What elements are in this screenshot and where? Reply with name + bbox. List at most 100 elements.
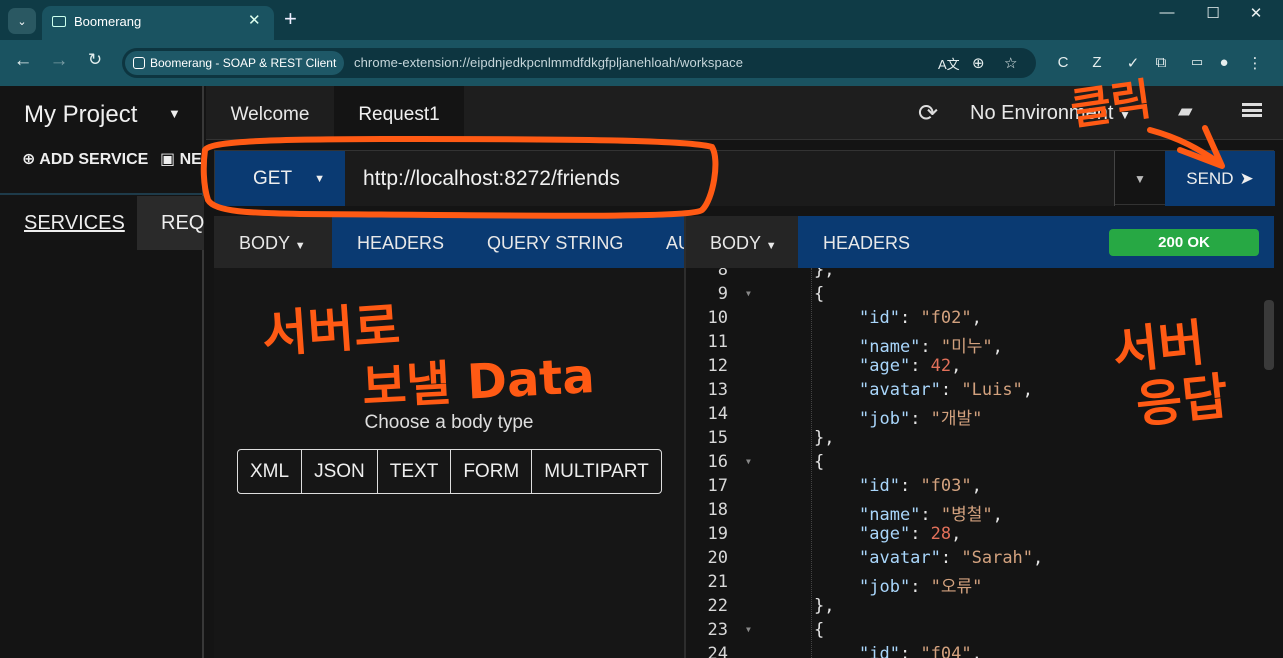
code-line: 14 "job": "개발" [686,404,1283,429]
code-line: 18 "name": "병철", [686,500,1283,525]
plus-circle-icon: ⊕ [22,151,36,168]
url-history-dropdown-icon[interactable]: ▼ [1115,151,1165,206]
body-type-multipart-button[interactable]: MULTIPART [532,450,661,493]
json-punct: }, [814,428,835,448]
tab-search-chevron-icon[interactable]: ⌄ [8,8,36,34]
request-tab-headers[interactable]: HEADERS [357,216,444,268]
method-dropdown[interactable]: GET ▼ [215,151,345,206]
line-number: 9 [717,284,728,304]
send-button[interactable]: SEND ➤ [1165,151,1275,206]
sidebar-toggle-icon[interactable]: ▭ [1186,54,1208,70]
response-code-viewer[interactable]: 8}, 9 ▼{10 "id": "f02", 11 "name": "미누", 12 "ag… [686,268,1283,658]
json-punct: , [1022,380,1034,400]
json-punct: : [940,548,962,568]
request-tab-body[interactable]: BODY ▼ [214,216,332,268]
boomerang-favicon-icon [52,16,66,27]
json-punct: : [899,644,921,658]
hamburger-menu-icon[interactable] [1242,103,1262,117]
browser-menu-icon[interactable]: ⋮ [1244,54,1266,72]
new-button[interactable]: ▣ NE [160,149,202,169]
browser-tab[interactable]: Boomerang ✕ [42,6,274,40]
request-tab-auth[interactable]: AU [666,216,684,268]
translate-icon[interactable]: A文 [938,54,960,73]
new-button-label: NE [179,151,202,168]
line-number: 11 [707,332,728,352]
address-url[interactable]: chrome-extension://eipdnjedkpcnlmmdfdkgf… [354,55,743,70]
json-punct: : [920,505,941,525]
line-number: 10 [707,308,728,328]
line-number: 19 [707,524,728,544]
response-tab-body-label: BODY [710,233,761,253]
code-text: { [814,452,824,472]
body-type-xml-button[interactable]: XML [238,450,303,493]
code-text: "avatar": "Sarah", [859,548,1043,568]
send-arrow-icon: ➤ [1239,168,1254,188]
forward-arrow-icon[interactable]: → [46,50,72,72]
body-type-json-button[interactable]: JSON [302,450,378,493]
minimize-window-icon[interactable]: — [1147,4,1187,21]
code-line: 8}, [686,268,1283,284]
extension-z-icon[interactable]: Z [1086,54,1108,71]
url-input[interactable]: http://localhost:8272/friends [345,151,1115,206]
request-tab-query-string[interactable]: QUERY STRING [487,216,623,268]
json-key: "id" [859,308,900,328]
json-number: 28 [930,524,952,544]
new-tab-plus-icon[interactable]: + [284,6,297,32]
response-scrollbar[interactable] [1264,300,1274,370]
json-punct: , [971,644,982,658]
line-number: 13 [707,380,728,400]
code-line: 24 "id": "f04", [686,644,1283,658]
close-tab-icon[interactable]: ✕ [248,11,261,29]
close-window-icon[interactable]: ✕ [1236,4,1276,22]
extensions-puzzle-icon[interactable]: ⧉ [1150,54,1172,71]
request-bar: GET ▼ http://localhost:8272/friends ▼ SE… [214,150,1275,206]
tab-services[interactable]: SERVICES [24,212,125,235]
json-string: "병철" [940,505,993,525]
response-tab-body[interactable]: BODY ▼ [686,216,798,268]
reload-icon[interactable]: ↻ [82,50,108,70]
choose-body-type-text: Choose a body type [364,412,534,433]
back-arrow-icon[interactable]: ← [10,50,36,72]
json-key: "age" [859,524,911,544]
address-bar[interactable]: Boomerang - SOAP & REST Client chrome-ex… [122,48,1036,78]
json-key: "age" [859,356,911,376]
response-tab-headers[interactable]: HEADERS [823,233,910,254]
browser-toolbar: ← → ↻ Boomerang - SOAP & REST Client chr… [0,40,1283,86]
fold-toggle-icon[interactable]: ▼ [746,289,751,298]
extension-c-icon[interactable]: C [1052,54,1074,71]
tab-request1[interactable]: Request1 [334,86,464,140]
code-text: }, [814,268,834,280]
body-type-text-button[interactable]: TEXT [378,450,452,493]
json-string: "Luis" [961,380,1023,400]
body-type-form-button[interactable]: FORM [451,450,533,493]
line-number: 16 [707,452,728,472]
line-number: 21 [707,572,728,592]
environment-selector[interactable]: No Environment ▼ [970,102,1131,125]
tab-requests[interactable]: REQU [137,196,204,250]
zoom-icon[interactable]: ⊕ [972,54,985,72]
body-type-group: XML JSON TEXT FORM MULTIPART [237,449,662,494]
main-tabbar: Welcome Request1 ⟳ No Environment ▼ ▰ [206,86,1283,140]
extension-check-icon[interactable]: ✓ [1122,54,1144,72]
json-punct: { [814,620,825,640]
project-dropdown-icon[interactable]: ▼ [168,106,181,121]
profile-avatar-icon[interactable]: ● [1213,54,1235,71]
site-info-chip[interactable]: Boomerang - SOAP & REST Client [125,51,345,75]
maximize-window-icon[interactable]: ☐ [1193,4,1233,22]
fold-toggle-icon[interactable]: ▼ [746,457,751,466]
json-key: "job" [859,577,911,597]
code-line: 12 "age": 42, [686,356,1283,380]
refresh-icon[interactable]: ⟳ [918,99,938,128]
bookmark-star-icon[interactable]: ☆ [1004,54,1017,72]
code-text: }, [814,428,834,448]
extension-icon [133,57,145,69]
tab-welcome[interactable]: Welcome [206,86,334,140]
project-title[interactable]: My Project [24,101,137,129]
chat-icon[interactable]: ▰ [1178,100,1193,123]
sidebar-divider [0,193,204,195]
json-key: "avatar" [859,548,941,568]
code-line: 21 "job": "오류" [686,572,1283,597]
response-tabs: BODY ▼ HEADERS 200 OK [686,216,1274,268]
fold-toggle-icon[interactable]: ▼ [746,625,751,634]
add-service-button[interactable]: ⊕ ADD SERVICE [22,149,148,169]
